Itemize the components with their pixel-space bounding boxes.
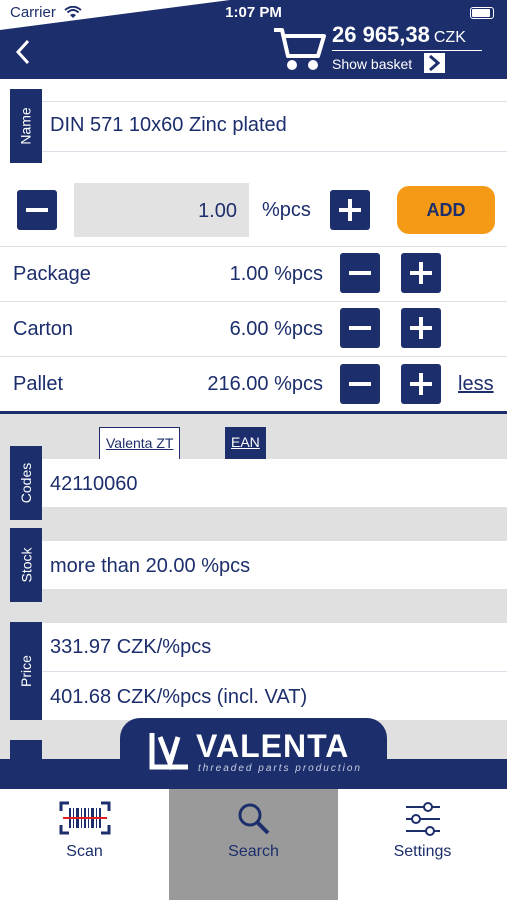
- tab-scan[interactable]: Scan: [0, 789, 169, 900]
- search-icon: [238, 803, 269, 835]
- basket-total[interactable]: 26 965,38 CZK: [332, 22, 466, 48]
- stock-value: more than 20.00 %pcs: [50, 555, 251, 577]
- basket-divider: [332, 50, 482, 51]
- package-label: Package: [13, 263, 91, 285]
- add-button[interactable]: ADD: [397, 186, 495, 234]
- back-chevron-icon[interactable]: [12, 38, 36, 66]
- package-increase-button[interactable]: [401, 253, 441, 293]
- sliders-icon: [405, 802, 440, 836]
- tab-settings[interactable]: Settings: [338, 789, 507, 900]
- valenta-logo-mark: [149, 733, 188, 771]
- tab-search-label: Search: [228, 843, 279, 860]
- tab-ean[interactable]: EAN: [225, 427, 266, 459]
- divider: [0, 356, 507, 357]
- cart-icon[interactable]: [272, 26, 328, 72]
- code-value: 42110060: [50, 473, 138, 495]
- chevron-right-icon[interactable]: [424, 53, 445, 73]
- package-decrease-button[interactable]: [340, 253, 380, 293]
- increase-quantity-button[interactable]: [330, 190, 370, 230]
- partial-tab: [10, 740, 42, 760]
- pallet-increase-button[interactable]: [401, 364, 441, 404]
- decrease-quantity-button[interactable]: [17, 190, 57, 230]
- logo-tagline: threaded parts production: [198, 763, 362, 774]
- less-link[interactable]: less: [458, 373, 494, 396]
- carton-value: 6.00 %pcs: [229, 318, 323, 340]
- battery-icon: [470, 7, 494, 19]
- tab-valenta-zt[interactable]: Valenta ZT: [99, 427, 181, 459]
- divider: [0, 246, 507, 247]
- name-tab: Name: [10, 89, 42, 163]
- barcode-icon: [59, 801, 110, 835]
- carton-decrease-button[interactable]: [340, 308, 380, 348]
- package-value: 1.00 %pcs: [229, 263, 323, 285]
- logo-wordmark: VALENTA: [196, 728, 350, 764]
- codes-tab: Codes: [10, 446, 42, 520]
- divider: [42, 671, 507, 672]
- pallet-label: Pallet: [13, 373, 64, 395]
- tab-settings-label: Settings: [393, 843, 452, 860]
- quantity-input[interactable]: 1.00: [74, 183, 249, 237]
- price-net: 331.97 CZK/%pcs: [50, 636, 212, 658]
- tab-bar: Scan Search Settings: [0, 789, 507, 900]
- pallet-decrease-button[interactable]: [340, 364, 380, 404]
- divider: [42, 151, 507, 152]
- show-basket-link[interactable]: Show basket: [332, 56, 412, 72]
- status-time: 1:07 PM: [225, 4, 282, 21]
- quantity-unit: %pcs: [262, 199, 311, 221]
- tab-scan-label: Scan: [66, 843, 103, 860]
- carton-label: Carton: [13, 318, 74, 340]
- product-name: DIN 571 10x60 Zinc plated: [50, 114, 287, 136]
- pallet-value: 216.00 %pcs: [207, 373, 323, 395]
- divider: [42, 101, 507, 102]
- stock-tab: Stock: [10, 528, 42, 602]
- currency-label: CZK: [433, 29, 466, 46]
- carton-increase-button[interactable]: [401, 308, 441, 348]
- price-gross: 401.68 CZK/%pcs (incl. VAT): [50, 686, 308, 708]
- divider: [0, 301, 507, 302]
- price-tab: Price: [10, 622, 42, 720]
- tab-search[interactable]: Search: [169, 789, 338, 900]
